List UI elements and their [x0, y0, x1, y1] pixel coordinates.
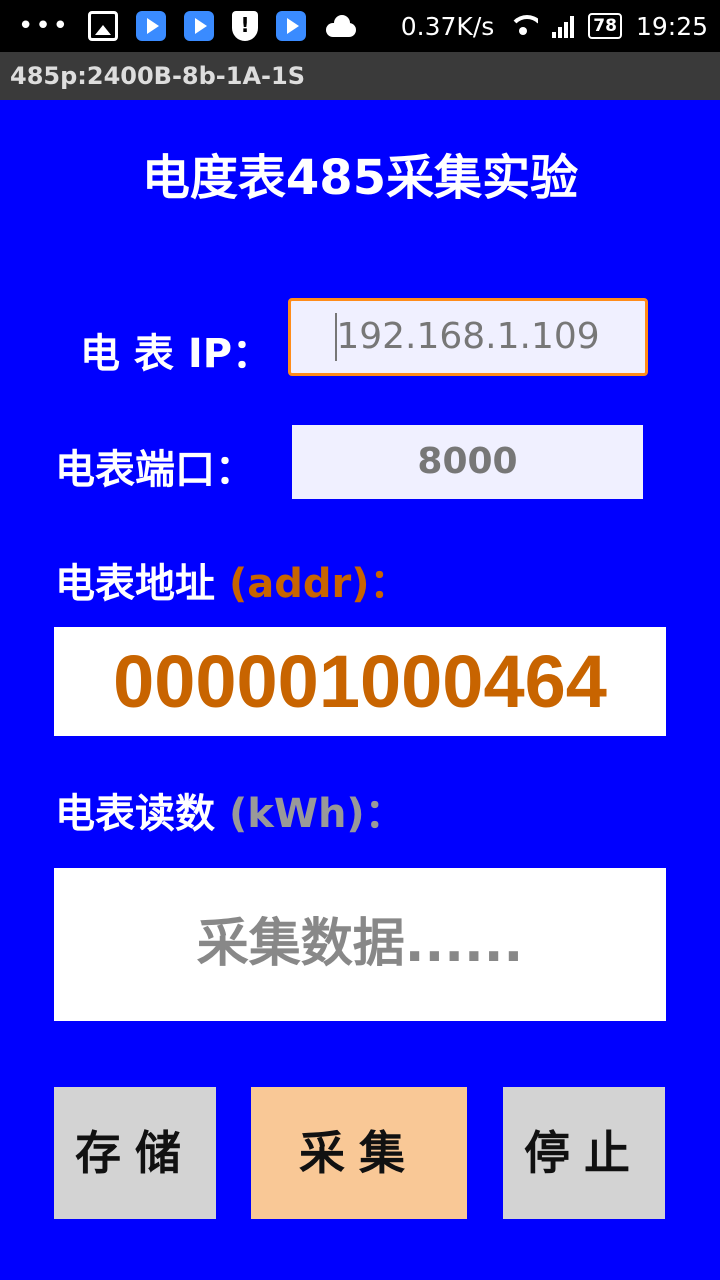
collect-button[interactable]: 采集	[251, 1087, 467, 1219]
addr-unit: (addr)：	[228, 561, 410, 607]
play-store-icon	[184, 11, 215, 41]
more-dots-icon: •••	[18, 11, 71, 41]
port-input[interactable]: 8000	[292, 425, 643, 499]
save-button[interactable]: 存储	[54, 1087, 216, 1219]
wifi-icon	[508, 15, 539, 37]
play-store-icon	[276, 11, 307, 41]
ip-label: 电 表 IP：	[80, 331, 273, 377]
ip-value: 192.168.1.109	[336, 316, 600, 357]
shield-icon: !	[232, 11, 259, 41]
battery-icon: 78	[588, 13, 622, 39]
addr-label: 电表地址 (addr)：	[55, 556, 409, 612]
play-store-icon	[136, 11, 167, 41]
addr-label-text: 电表地址	[55, 561, 215, 607]
weather-cloud-icon	[324, 15, 358, 37]
page-title: 电度表485采集实验	[141, 150, 579, 206]
window-title: 485p:2400B-8b-1A-1S	[0, 52, 720, 100]
network-speed: 0.37K/s	[400, 11, 495, 41]
image-icon	[88, 11, 119, 41]
reading-display: 采集数据......	[54, 868, 666, 1021]
stop-button[interactable]: 停止	[503, 1087, 665, 1219]
status-bar-notifications: ••• !	[18, 0, 358, 52]
addr-display[interactable]: 000001000464	[54, 627, 666, 736]
status-bar: ••• ! 0.37K/s 78 19:25	[0, 0, 720, 52]
status-bar-system: 0.37K/s 78 19:25	[401, 0, 708, 52]
port-label: 电表端口：	[55, 447, 255, 493]
signal-icon	[552, 14, 575, 38]
ip-input[interactable]: 192.168.1.109	[288, 298, 648, 376]
text-cursor	[335, 313, 337, 361]
clock: 19:25	[635, 11, 708, 41]
reading-unit: (kWh)：	[228, 791, 405, 837]
reading-label-text: 电表读数	[55, 791, 215, 837]
reading-label: 电表读数 (kWh)：	[55, 786, 405, 842]
